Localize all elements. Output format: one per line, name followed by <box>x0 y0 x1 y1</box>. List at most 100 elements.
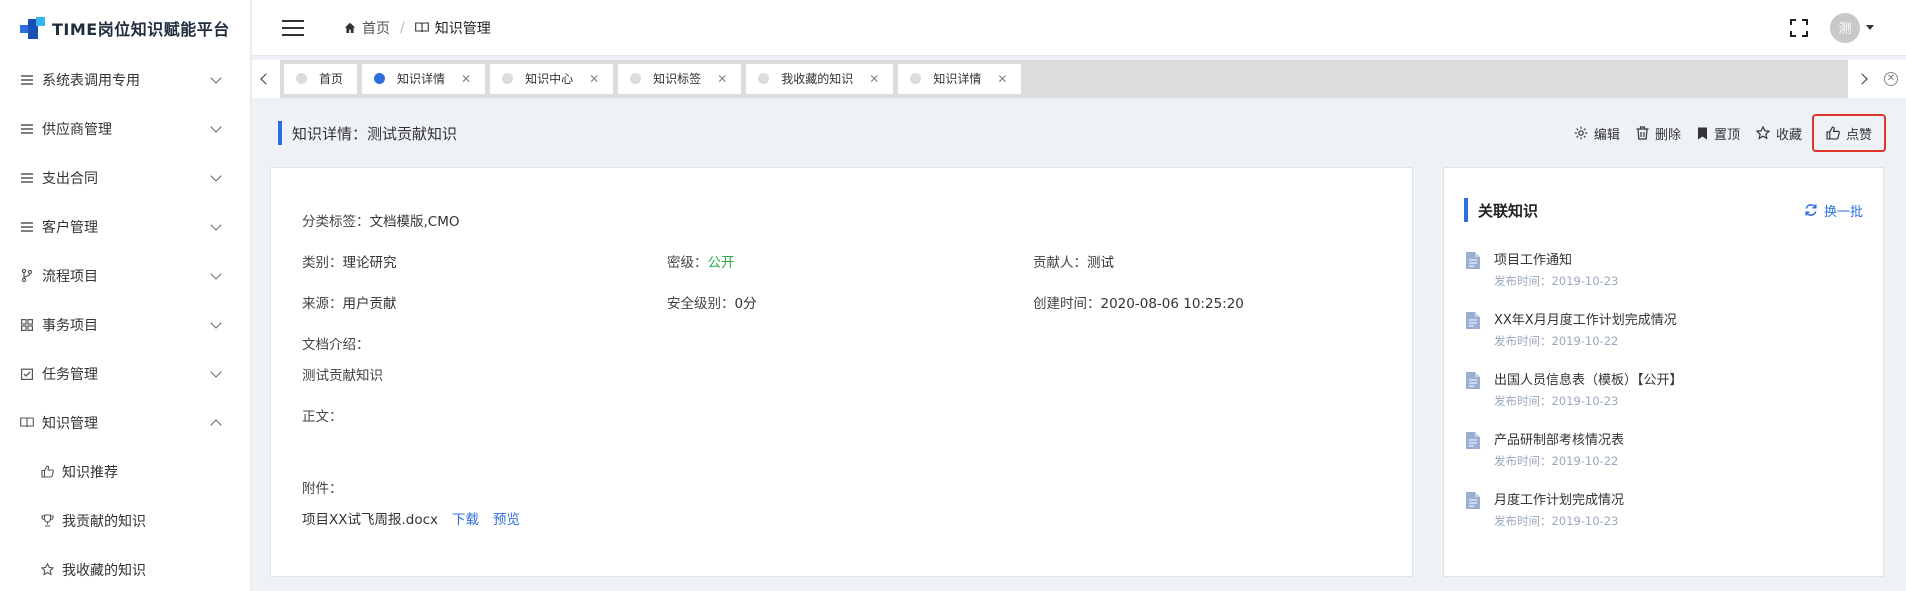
preview-link[interactable]: 预览 <box>493 512 520 528</box>
intro-label: 文档介绍： <box>302 337 370 353</box>
tab-status-dot <box>502 73 514 84</box>
tab-knowledge-detail-active[interactable]: 知识详情 ✕ <box>362 63 486 94</box>
tags-label: 分类标签： <box>302 214 370 230</box>
source-field: 来源：用户贡献 <box>302 292 397 312</box>
related-item-date: 发布时间：2019-10-22 <box>1494 334 1619 348</box>
sidebar-subitem-my-favorites[interactable]: 我收藏的知识 <box>0 545 250 591</box>
related-item-name: XX年X月月度工作计划完成情况 <box>1494 313 1677 328</box>
tab-home[interactable]: 首页 <box>284 63 358 94</box>
title-accent-bar <box>1464 198 1468 222</box>
tab-knowledge-center[interactable]: 知识中心 ✕ <box>490 63 614 94</box>
like-label: 点赞 <box>1845 127 1872 143</box>
sidebar-item-label: 客户管理 <box>42 219 98 236</box>
star-icon <box>40 563 54 577</box>
app-logo[interactable]: TIME岗位知识赋能平台 <box>0 0 250 55</box>
fullscreen-icon[interactable] <box>1790 18 1808 37</box>
download-link[interactable]: 下载 <box>452 512 479 528</box>
menu-toggle-icon[interactable] <box>282 19 304 36</box>
favorite-button[interactable]: 收藏 <box>1755 118 1802 148</box>
tab-knowledge-tags[interactable]: 知识标签 ✕ <box>618 63 742 94</box>
knowledge-detail-card: 分类标签：文档模版,CMO 类别：理论研究 密级：公开 贡献人：测试 来源：用户… <box>270 167 1413 577</box>
security-level-field: 安全级别：0分 <box>667 292 757 312</box>
related-item-name: 项目工作通知 <box>1494 253 1573 268</box>
related-item-date: 发布时间：2019-10-23 <box>1494 274 1619 288</box>
header-actions: 测 <box>1790 12 1906 43</box>
sidebar-item-task[interactable]: 任务管理 <box>0 349 250 398</box>
sidebar-item-customer[interactable]: 客户管理 <box>0 202 250 251</box>
breadcrumb-separator: / <box>400 19 405 36</box>
tab-label: 我收藏的知识 <box>781 72 854 86</box>
grid-icon <box>20 318 34 332</box>
tab-status-dot <box>296 73 307 84</box>
page-title: 知识详情：测试贡献知识 <box>292 124 458 143</box>
tab-scroll-left-icon[interactable] <box>252 59 280 98</box>
attachment-row: 项目XX试飞周报.docx 下载 预览 <box>302 508 520 528</box>
sidebar-item-process-project[interactable]: 流程项目 <box>0 251 250 300</box>
tab-knowledge-detail[interactable]: 知识详情 ✕ <box>898 63 1022 94</box>
list-item[interactable]: 月度工作计划完成情况 发布时间：2019-10-23 <box>1466 491 1863 551</box>
intro-value: 测试贡献知识 <box>302 368 383 384</box>
close-icon[interactable]: ✕ <box>461 72 471 86</box>
created-time-label: 创建时间： <box>1033 296 1101 312</box>
category-label: 类别： <box>302 255 343 271</box>
document-icon <box>1466 252 1480 269</box>
chevron-down-icon <box>210 365 222 378</box>
like-button[interactable]: 点赞 <box>1811 114 1886 152</box>
caret-down-icon[interactable] <box>1866 25 1874 30</box>
close-icon[interactable]: ✕ <box>589 72 599 86</box>
breadcrumb-home[interactable]: 首页 <box>362 18 390 38</box>
app-title: TIME岗位知识赋能平台 <box>52 19 230 39</box>
tab-status-dot <box>910 73 922 84</box>
tab-label: 知识详情 <box>933 72 982 86</box>
source-value: 用户贡献 <box>342 296 397 312</box>
breadcrumb-current: 知识管理 <box>434 20 491 37</box>
close-all-tabs-icon[interactable]: ✕ <box>1876 59 1906 98</box>
list-item[interactable]: 出国人员信息表（模板）【公开】 发布时间：2019-10-23 <box>1466 371 1863 431</box>
related-item-date: 发布时间：2019-10-22 <box>1494 454 1619 468</box>
top-header: 首页 / 知识管理 测 <box>252 0 1906 56</box>
related-item-date: 发布时间：2019-10-23 <box>1494 394 1619 408</box>
related-header: 关联知识 换一批 <box>1464 198 1863 222</box>
security-level-label: 安全级别： <box>667 296 735 312</box>
related-item-name: 月度工作计划完成情况 <box>1494 493 1625 508</box>
refresh-batch-button[interactable]: 换一批 <box>1804 201 1863 220</box>
category-field: 类别：理论研究 <box>302 251 397 271</box>
close-icon[interactable]: ✕ <box>869 72 879 86</box>
avatar[interactable]: 测 <box>1830 12 1860 43</box>
document-icon <box>1466 312 1480 329</box>
sidebar-item-expense-contract[interactable]: 支出合同 <box>0 153 250 202</box>
delete-button[interactable]: 删除 <box>1636 118 1681 148</box>
sidebar-item-affairs-project[interactable]: 事务项目 <box>0 300 250 349</box>
edit-button[interactable]: 编辑 <box>1574 118 1620 148</box>
list-item[interactable]: 产品研制部考核情况表 发布时间：2019-10-22 <box>1466 431 1863 491</box>
sidebar-item-supplier[interactable]: 供应商管理 <box>0 104 250 153</box>
sidebar-item-label: 事务项目 <box>42 317 98 334</box>
pin-button[interactable]: 置顶 <box>1697 118 1740 148</box>
secret-level-field: 密级：公开 <box>667 251 735 271</box>
list-item[interactable]: 项目工作通知发布时间：2019-10-23 <box>1466 251 1863 311</box>
sidebar-item-system-table[interactable]: 系统表调用专用 <box>0 55 250 104</box>
chevron-up-icon <box>210 418 222 431</box>
home-icon <box>344 22 356 34</box>
sidebar-item-label: 支出合同 <box>42 170 98 187</box>
tab-scroll-right-icon[interactable] <box>1848 59 1876 98</box>
sidebar-item-label: 任务管理 <box>42 366 98 383</box>
sidebar-subitem-recommend[interactable]: 知识推荐 <box>0 447 250 496</box>
sidebar-item-label: 供应商管理 <box>42 121 112 138</box>
related-item-name: 产品研制部考核情况表 <box>1494 433 1625 448</box>
related-item-name: 出国人员信息表（模板）【公开】 <box>1494 373 1683 388</box>
list-item[interactable]: XX年X月月度工作计划完成情况 发布时间：2019-10-22 <box>1466 311 1863 371</box>
sidebar-item-knowledge[interactable]: 知识管理 <box>0 398 250 447</box>
contributor-field: 贡献人：测试 <box>1033 251 1114 271</box>
close-icon[interactable]: ✕ <box>997 72 1007 86</box>
refresh-icon <box>1805 204 1817 216</box>
thumb-up-icon <box>1826 126 1840 140</box>
tab-list: 首页 知识详情 ✕ 知识中心 ✕ 知识标签 ✕ 我收藏的知识 ✕ 知识详情 ✕ <box>280 59 1848 98</box>
tab-my-favorites[interactable]: 我收藏的知识 ✕ <box>746 63 894 94</box>
sidebar-item-label: 知识管理 <box>42 415 98 432</box>
close-icon[interactable]: ✕ <box>717 72 727 86</box>
chevron-down-icon <box>210 169 222 182</box>
document-icon <box>1466 432 1480 449</box>
sidebar-subitem-my-contributions[interactable]: 我贡献的知识 <box>0 496 250 545</box>
sidebar: TIME岗位知识赋能平台 系统表调用专用 供应商管理 支出合同 客户管理 流程项… <box>0 0 251 591</box>
